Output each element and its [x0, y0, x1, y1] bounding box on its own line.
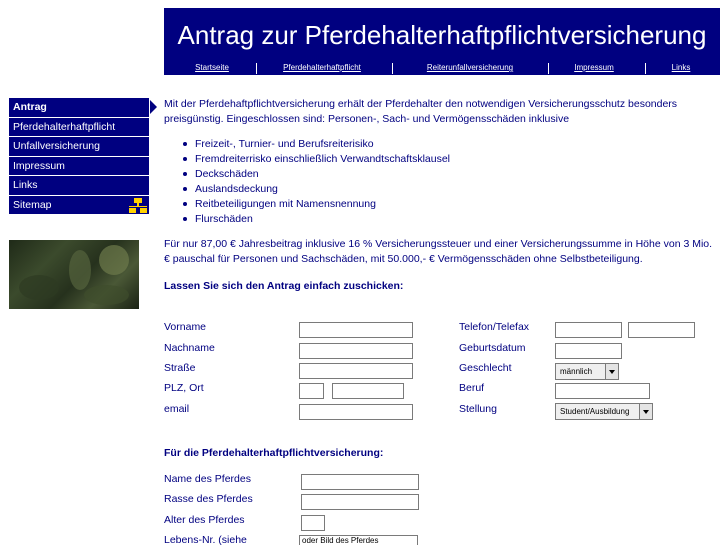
top-nav-divider: [392, 63, 393, 74]
pferd-rasse-field[interactable]: [301, 494, 419, 510]
sidebar-item-label: Sitemap: [13, 198, 52, 211]
beruf-label: Beruf: [459, 382, 485, 394]
list-item: Reitbeteiligungen mit Namensnennung: [180, 197, 450, 212]
sidebar-item-sitemap[interactable]: Sitemap: [9, 195, 149, 215]
stellung-select[interactable]: Student/Ausbildung: [555, 403, 653, 420]
nachname-label: Nachname: [164, 342, 215, 354]
top-nav-pferdehalterhaftpflicht[interactable]: Pferdehalterhaftpflicht: [274, 63, 370, 72]
geschlecht-label: Geschlecht: [459, 362, 512, 374]
list-item: Freizeit-, Turnier- und Berufsreiterisik…: [180, 137, 450, 152]
active-indicator-icon: [150, 100, 157, 114]
plz-ort-label: PLZ, Ort: [164, 382, 204, 394]
top-navigation: Startseite Pferdehalterhaftpflicht Reite…: [164, 62, 720, 75]
send-heading: Lassen Sie sich den Antrag einfach zusch…: [164, 280, 404, 292]
list-item: Deckschäden: [180, 167, 450, 182]
pferd-name-label: Name des Pferdes: [164, 473, 251, 485]
feature-list: Freizeit-, Turnier- und Berufsreiterisik…: [180, 137, 450, 227]
list-item: Auslandsdeckung: [180, 182, 450, 197]
top-nav-divider: [645, 63, 646, 74]
sidebar-item-label: Links: [13, 179, 38, 191]
lebensnr-label: Lebens-Nr. (siehe: [164, 534, 247, 545]
chevron-down-icon[interactable]: [605, 364, 618, 379]
top-nav-reiterunfallversicherung[interactable]: Reiterunfallversicherung: [416, 63, 524, 72]
sidebar-item-antrag[interactable]: Antrag: [9, 98, 149, 118]
page-title: Antrag zur Pferdehalterhaftpflichtversic…: [177, 20, 707, 50]
pferd-alter-label: Alter des Pferdes: [164, 514, 245, 526]
intro-text: Mit der Pferdehaftpflichtversicherung er…: [164, 98, 678, 125]
sidebar-item-unfallversicherung[interactable]: Unfallversicherung: [9, 137, 149, 157]
top-nav-impressum[interactable]: Impressum: [569, 63, 619, 72]
list-item: Fremdreiterrisko einschließlich Verwandt…: [180, 152, 450, 167]
list-item: Flurschäden: [180, 212, 450, 227]
sidebar-item-label: Unfallversicherung: [13, 140, 100, 152]
pferd-name-field[interactable]: [301, 474, 419, 490]
geburtsdatum-field[interactable]: [555, 343, 622, 359]
pferd-alter-field[interactable]: [301, 515, 325, 531]
sidebar-item-links[interactable]: Links: [9, 176, 149, 196]
nachname-field[interactable]: [299, 343, 413, 359]
email-field[interactable]: [299, 404, 413, 420]
telefon-field[interactable]: [555, 322, 622, 338]
ort-field[interactable]: [332, 383, 404, 399]
stellung-value: Student/Ausbildung: [560, 407, 630, 416]
strasse-field[interactable]: [299, 363, 413, 379]
beruf-field[interactable]: [555, 383, 650, 399]
telefax-field[interactable]: [628, 322, 695, 338]
geschlecht-select[interactable]: männlich: [555, 363, 619, 380]
geburtsdatum-label: Geburtsdatum: [459, 342, 526, 354]
top-nav-links[interactable]: Links: [666, 63, 696, 72]
vorname-field[interactable]: [299, 322, 413, 338]
plz-field[interactable]: [299, 383, 324, 399]
horse-photo: [9, 240, 139, 309]
email-label: email: [164, 403, 190, 415]
vorname-label: Vorname: [164, 321, 207, 333]
strasse-label: Straße: [164, 362, 196, 374]
sidebar-item-impressum[interactable]: Impressum: [9, 156, 149, 176]
geschlecht-value: männlich: [560, 367, 593, 376]
price-text: Für nur 87,00 € Jahresbeitrag inklusive …: [164, 238, 713, 265]
horse-heading: Für die Pferdehalterhaftpflichtversicher…: [164, 447, 384, 459]
top-nav-startseite[interactable]: Startseite: [190, 63, 234, 72]
sitemap-icon: [129, 197, 147, 213]
stellung-label: Stellung: [459, 403, 497, 415]
sidebar-item-label: Pferdehalterhaftpflicht: [13, 120, 116, 133]
pferd-rasse-label: Rasse des Pferdes: [164, 493, 253, 505]
sidebar-nav: Antrag Pferdehalterhaftpflicht Unfallver…: [9, 98, 149, 215]
top-nav-divider: [548, 63, 549, 74]
page-header: Antrag zur Pferdehalterhaftpflichtversic…: [164, 8, 720, 75]
chevron-down-icon[interactable]: [639, 404, 652, 419]
sidebar-item-label: Antrag: [13, 101, 47, 113]
top-nav-divider: [256, 63, 257, 74]
lebensnr-field[interactable]: oder Bild des Pferdes: [299, 535, 418, 545]
sidebar-item-label: Impressum: [13, 159, 65, 172]
telefon-label: Telefon/Telefax: [459, 321, 530, 333]
sidebar-item-pferdehalterhaftpflicht[interactable]: Pferdehalterhaftpflicht: [9, 117, 149, 137]
